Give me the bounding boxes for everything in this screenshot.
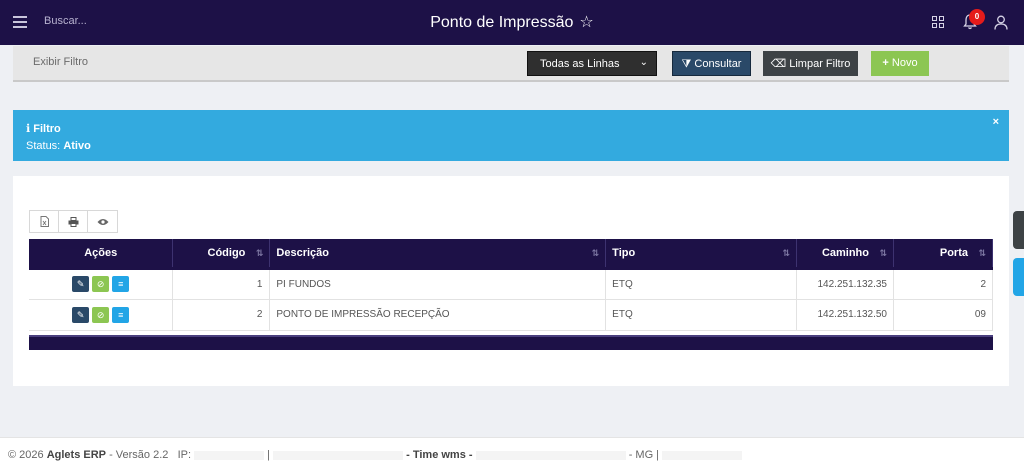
clear-filter-button[interactable]: ⌫ Limpar Filtro: [763, 51, 858, 76]
plus-icon: +: [882, 57, 889, 69]
sort-icon: ⇅: [255, 248, 264, 258]
clear-filter-button-label: Limpar Filtro: [789, 58, 851, 70]
footer-redacted-c: [662, 450, 743, 460]
cell-descricao: PI FUNDOS: [269, 266, 607, 300]
filter-info-alert: ℹ Filtro Status: Ativo ×: [13, 110, 1009, 161]
cell-porta: 09: [893, 299, 993, 331]
row-actions: ✎ ⊘ ≡: [29, 299, 174, 331]
sort-icon: ⇅: [978, 248, 986, 258]
edit-pencil-icon[interactable]: ✎: [72, 306, 90, 323]
col-codigo-header[interactable]: Código ⇅: [172, 239, 271, 268]
table-row: ✎ ⊘ ≡ 2 PONTO DE IMPRESSÃO RECEPÇÃO ETQ …: [29, 299, 993, 331]
content-panel: Ações Código ⇅ Descrição ⇅ Tipo ⇅ Caminho ⇅ …: [13, 176, 1009, 386]
col-descricao-header[interactable]: Descrição ⇅: [269, 239, 607, 268]
notification-count-badge: 0: [969, 9, 985, 25]
export-excel-icon[interactable]: [30, 211, 59, 232]
col-caminho-header[interactable]: Caminho ⇅: [796, 239, 894, 268]
footer-state: - MG |: [628, 449, 660, 461]
line-select[interactable]: Todas as Linhas ⌄: [527, 51, 657, 76]
col-tipo-header[interactable]: Tipo ⇅: [605, 239, 798, 268]
footer-ip-label: IP:: [177, 449, 192, 461]
edit-pencil-icon[interactable]: ✎: [72, 276, 90, 292]
consultar-button[interactable]: ⧩ Consultar: [672, 51, 751, 76]
sort-asc-icon: ⇅: [782, 248, 791, 258]
print-points-table: Ações Código ⇅ Descrição ⇅ Tipo ⇅ Caminho ⇅ …: [29, 239, 993, 331]
footer-time-wms: - Time wms -: [406, 449, 473, 461]
sort-icon: ⇅: [879, 248, 887, 258]
favorite-star-icon[interactable]: ☆: [579, 14, 593, 31]
footer-version: - Versão 2.2: [109, 449, 169, 461]
footer-separator: |: [267, 449, 270, 461]
toggle-status-icon[interactable]: ⊘: [92, 306, 110, 323]
status-value: Ativo: [63, 140, 91, 152]
toggle-status-icon[interactable]: ⊘: [92, 276, 110, 292]
consultar-button-label: Consultar: [694, 58, 742, 70]
footer-ip-redacted: [194, 450, 265, 460]
cell-codigo: 1: [172, 266, 271, 300]
footer-redacted-a: [273, 450, 404, 460]
user-profile-icon[interactable]: [994, 15, 1008, 30]
apps-grid-icon[interactable]: [932, 16, 944, 28]
side-panel-tab[interactable]: [1013, 211, 1024, 249]
view-eye-icon[interactable]: [88, 211, 117, 232]
table-header-row: Ações Código ⇅ Descrição ⇅ Tipo ⇅ Caminho ⇅ …: [29, 239, 993, 268]
row-actions: ✎ ⊘ ≡: [29, 266, 174, 300]
alert-title-text: Filtro: [33, 123, 61, 135]
cell-tipo: ETQ: [605, 299, 798, 331]
cell-caminho: 142.251.132.35: [796, 266, 894, 300]
col-porta-header[interactable]: Porta ⇅: [893, 239, 993, 268]
eraser-icon: ⌫: [770, 58, 787, 70]
info-icon: ℹ: [26, 123, 31, 135]
page-title-text: Ponto de Impressão: [430, 14, 574, 31]
cell-porta: 2: [893, 266, 993, 300]
filter-toolbar: Exibir Filtro Todas as Linhas ⌄ ⧩ Consul…: [13, 46, 1009, 82]
chevron-down-icon: ⌄: [639, 57, 648, 68]
table-footer-bar: [29, 335, 993, 350]
filter-funnel-icon: ⧩: [681, 58, 692, 70]
side-panel-tab-secondary[interactable]: [1013, 258, 1024, 296]
show-filter-link[interactable]: Exibir Filtro: [33, 56, 88, 68]
cell-caminho: 142.251.132.50: [796, 299, 894, 331]
alert-title: ℹ Filtro: [26, 122, 1009, 135]
cell-codigo: 2: [172, 299, 271, 331]
footer-copyright: © 2026: [8, 449, 44, 461]
footer-app-name: Aglets ERP: [46, 449, 106, 461]
new-button[interactable]: + Novo: [871, 51, 929, 76]
database-icon[interactable]: ≡: [112, 306, 130, 323]
table-row: ✎ ⊘ ≡ 1 PI FUNDOS ETQ 142.251.132.35 2: [29, 266, 993, 300]
status-label: Status:: [26, 140, 61, 152]
top-header: Buscar... Ponto de Impressão ☆ 0: [0, 0, 1024, 45]
page-footer: © 2026 Aglets ERP - Versão 2.2 IP: | - T…: [0, 437, 1024, 468]
database-icon[interactable]: ≡: [112, 276, 130, 292]
alert-status: Status: Ativo: [26, 140, 1009, 152]
page-title: Ponto de Impressão ☆: [0, 12, 1024, 32]
cell-descricao: PONTO DE IMPRESSÃO RECEPÇÃO: [269, 299, 607, 331]
line-select-value: Todas as Linhas: [540, 58, 620, 70]
close-icon[interactable]: ×: [993, 116, 999, 128]
sort-icon: ⇅: [591, 248, 600, 258]
table-tools: [29, 210, 118, 233]
footer-redacted-b: [475, 450, 626, 460]
new-button-label: Novo: [891, 57, 918, 69]
col-acoes-header: Ações: [29, 239, 174, 268]
cell-tipo: ETQ: [605, 266, 798, 300]
print-icon[interactable]: [59, 211, 88, 232]
